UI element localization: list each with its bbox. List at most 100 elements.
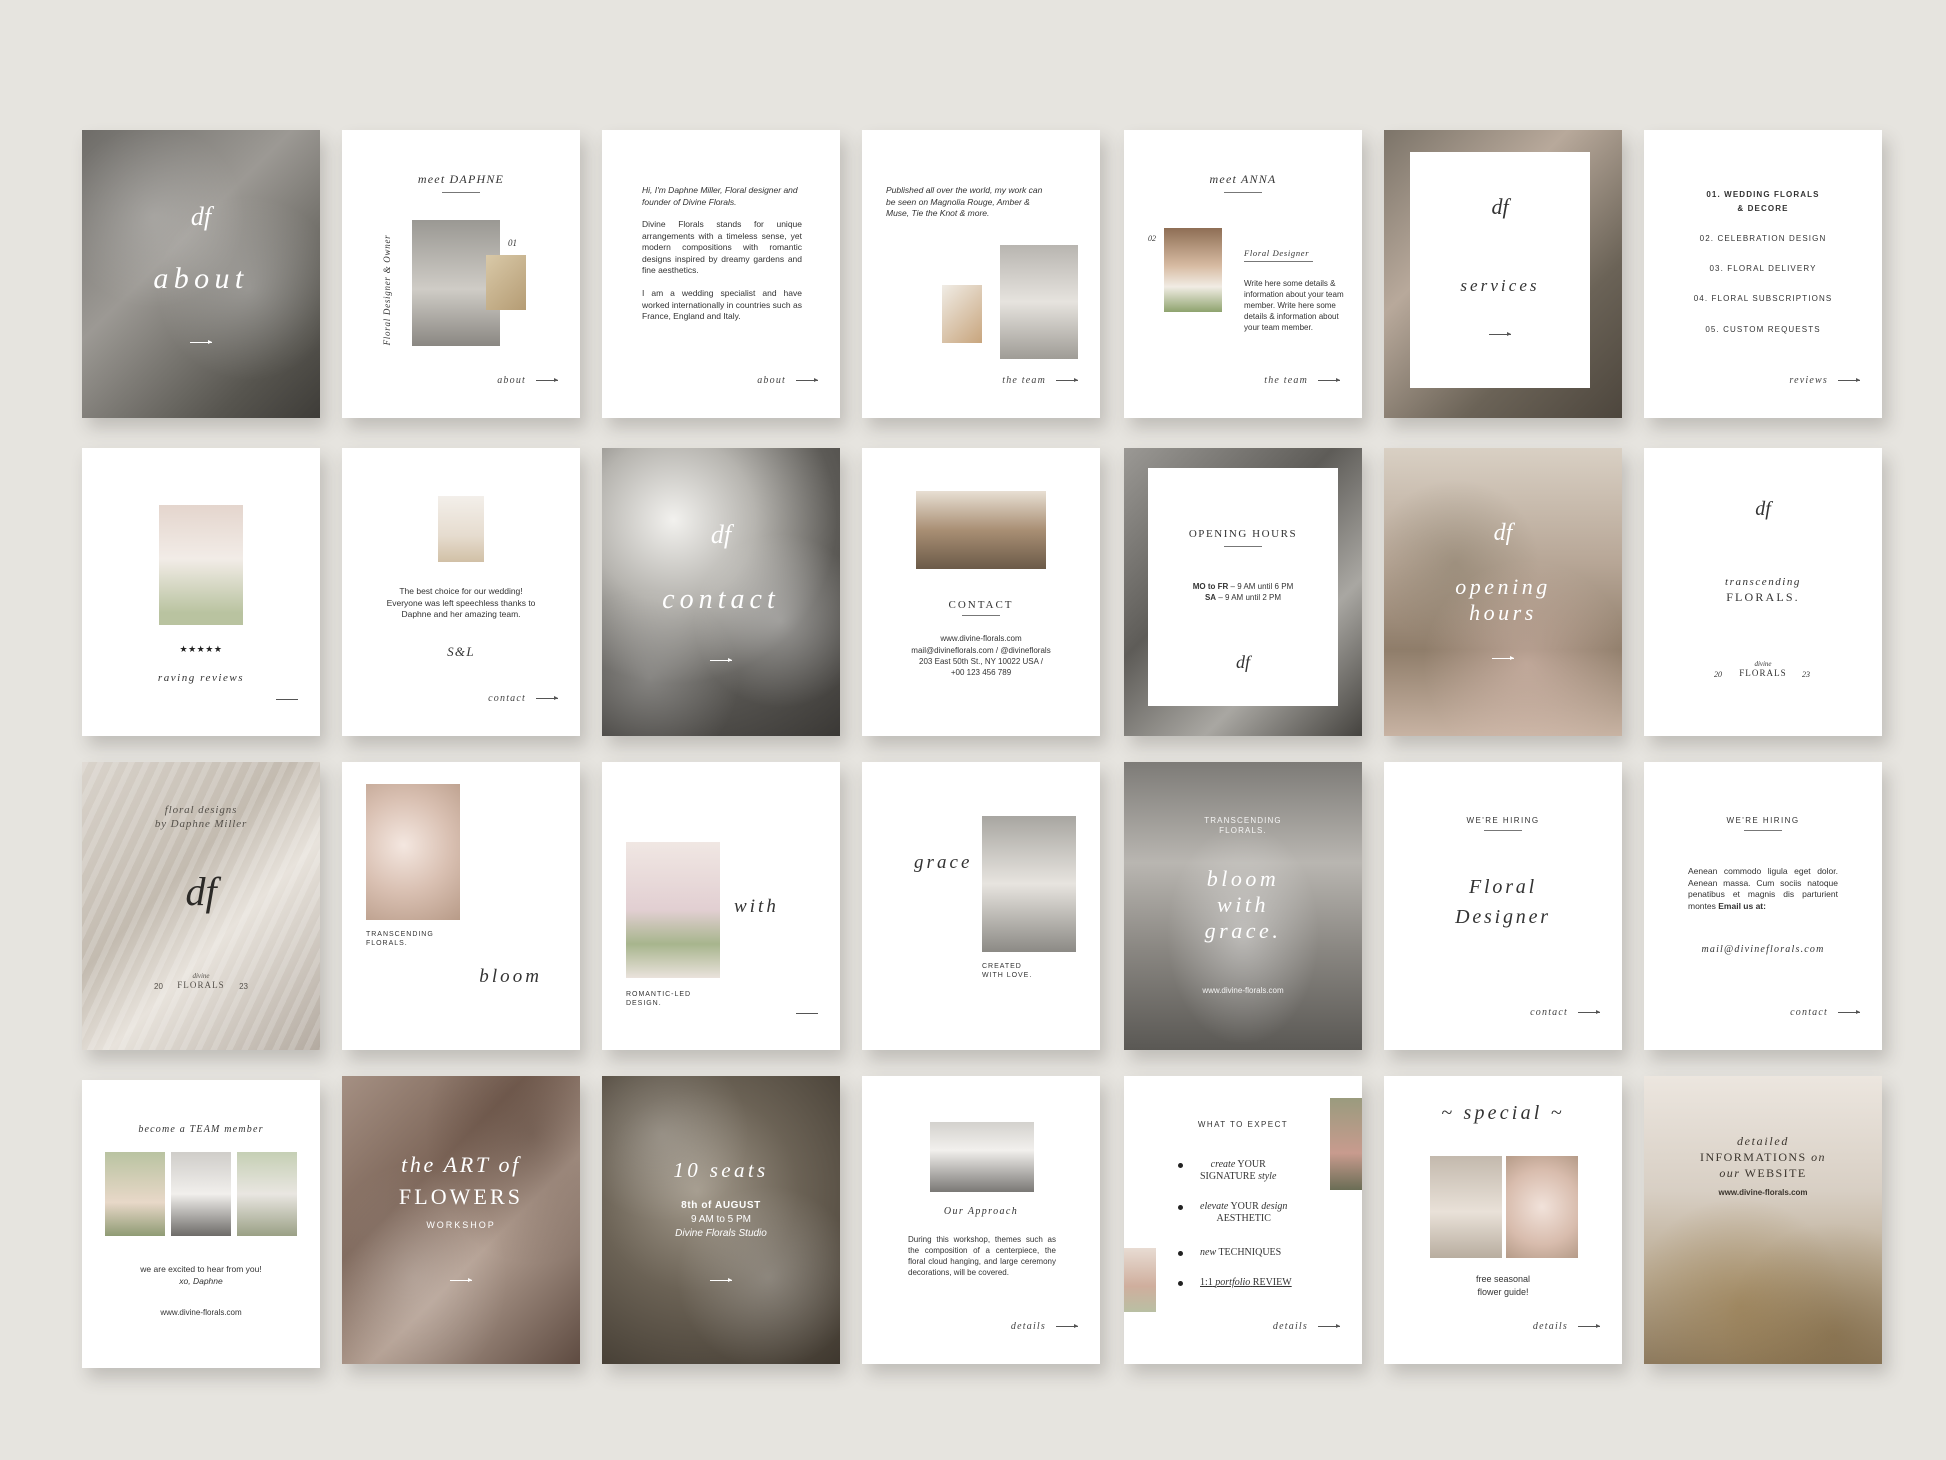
special-photo-1 [1430, 1156, 1502, 1258]
card-title: Our Approach [943, 1206, 1019, 1217]
divider [1744, 830, 1782, 831]
page-number: 01 [508, 238, 517, 248]
phone[interactable]: +00 123 456 789 [862, 668, 1100, 677]
address: 203 East 50th St., NY 10022 USA / [919, 657, 1043, 666]
footer-link[interactable]: contact [488, 693, 558, 704]
script-word: with [734, 896, 779, 917]
service-item-5[interactable]: 05. CUSTOM REQUESTS [1644, 325, 1882, 334]
woman-field-photo [982, 816, 1076, 952]
card-contact-cover[interactable]: df contact [602, 448, 840, 736]
arrow-icon [1838, 378, 1860, 383]
footer-link[interactable]: about [757, 375, 818, 386]
card-testimonial[interactable]: The best choice for our wedding! Everyon… [342, 448, 580, 736]
card-hiring-email[interactable]: WE'RE HIRING Aenean commodo ligula eget … [1644, 762, 1882, 1050]
card-what-to-expect[interactable]: WHAT TO EXPECT create YOUR SIGNATURE styl… [1124, 1076, 1362, 1364]
arrow-icon[interactable] [602, 648, 840, 666]
card-reviews-cover[interactable]: ★★★★★ raving reviews [82, 448, 320, 736]
hours-panel: OPENING HOURS MO to FR – 9 AM until 6 PM… [1148, 468, 1338, 706]
vertical-role-label: Floral Designer & Owner [382, 234, 392, 346]
role-title-line-2: Designer [1455, 906, 1551, 928]
card-with[interactable]: with ROMANTIC-LED DESIGN. [602, 762, 840, 1050]
card-website[interactable]: detailed INFORMATIONS on our WEBSITE www… [1644, 1076, 1882, 1364]
signoff: xo, Daphne [179, 1276, 223, 1286]
card-art-of-flowers[interactable]: the ART of FLOWERS WORKSHOP [342, 1076, 580, 1364]
website-link[interactable]: www.divine-florals.com [1644, 1188, 1882, 1197]
card-grace[interactable]: grace CREATED WITH LOVE. [862, 762, 1100, 1050]
headline-line-2: INFORMATIONS on [1700, 1150, 1826, 1164]
card-workshop-seats[interactable]: 10 seats 8th of AUGUST 9 AM to 5 PM Divi… [602, 1076, 840, 1364]
card-bloom-with-grace[interactable]: TRANSCENDING FLORALS. bloom with grace. w… [1124, 762, 1362, 1050]
website-link[interactable]: www.divine-florals.com [1124, 986, 1362, 995]
arrow-icon[interactable] [796, 1013, 818, 1014]
card-published[interactable]: Published all over the world, my work ca… [862, 130, 1100, 418]
member-details: Write here some details & information ab… [1244, 279, 1344, 332]
card-title: contact [662, 584, 780, 615]
subtitle-line-2: by Daphne Miller [154, 818, 248, 830]
expect-item-4: 1:1 portfolio REVIEW [1178, 1277, 1292, 1288]
anna-portrait-photo [1164, 228, 1222, 312]
card-bio[interactable]: Hi, I'm Daphne Miller, Floral designer a… [602, 130, 840, 418]
approach-text: During this workshop, themes such as the… [908, 1235, 1056, 1277]
footer-link[interactable]: details [1011, 1321, 1078, 1332]
script-word: bloom [479, 966, 542, 987]
service-item-1[interactable]: 01. WEDDING FLORALS & DECORE [1644, 188, 1882, 216]
footer-link[interactable]: details [1533, 1321, 1600, 1332]
title-line-1: the ART of [401, 1152, 521, 1177]
arrow-icon [1318, 378, 1340, 383]
arrow-icon [1578, 1324, 1600, 1329]
service-item-3[interactable]: 03. FLORAL DELIVERY [1644, 264, 1882, 273]
arrow-icon [1838, 1010, 1860, 1015]
card-title: meet ANNA [1209, 172, 1277, 186]
arrow-icon[interactable] [276, 699, 298, 700]
footer-link[interactable]: reviews [1789, 375, 1860, 386]
email-social[interactable]: mail@divineflorals.com / @divineflorals [862, 646, 1100, 655]
card-special[interactable]: ~ special ~ free seasonal flower guide! … [1384, 1076, 1622, 1364]
subtitle-line-1: floral designs [164, 804, 238, 816]
email-link[interactable]: mail@divineflorals.com [1644, 944, 1882, 955]
arrow-icon[interactable] [1410, 326, 1590, 344]
ribbon-photo [942, 285, 982, 343]
website-link[interactable]: www.divine-florals.com [862, 634, 1100, 643]
arrow-icon[interactable] [82, 330, 320, 348]
card-services-list[interactable]: 01. WEDDING FLORALS & DECORE 02. CELEBRAT… [1644, 130, 1882, 418]
arrow-icon[interactable] [342, 1268, 580, 1286]
brand-small-1: divine [1754, 660, 1772, 668]
footer-link[interactable]: the team [1002, 375, 1078, 386]
expect-item-1: create YOUR SIGNATURE style [1178, 1159, 1276, 1183]
card-floral-designs[interactable]: floral designs by Daphne Miller df divin… [82, 762, 320, 1050]
card-services-cover[interactable]: df services [1384, 130, 1622, 418]
card-transcending[interactable]: df transcending FLORALS. 20 divine FLORA… [1644, 448, 1882, 736]
card-meet-daphne[interactable]: meet DAPHNE Floral Designer & Owner 01 a… [342, 130, 580, 418]
footer-link[interactable]: contact [1790, 1007, 1860, 1018]
card-team-member[interactable]: become a TEAM member we are excited to h… [82, 1080, 320, 1368]
service-item-4[interactable]: 04. FLORAL SUBSCRIPTIONS [1644, 294, 1882, 303]
team-photo-1 [105, 1152, 165, 1236]
footer-link[interactable]: about [497, 375, 558, 386]
footer-link[interactable]: contact [1530, 1007, 1600, 1018]
card-title: services [1460, 276, 1540, 295]
arrow-icon [1056, 378, 1078, 383]
card-hours-cover[interactable]: df opening hours [1384, 448, 1622, 736]
arrow-icon [1578, 1010, 1600, 1015]
caption: ROMANTIC-LED DESIGN. [626, 991, 692, 1007]
card-title: OPENING HOURS [1188, 528, 1298, 540]
arrow-icon[interactable] [602, 1268, 840, 1286]
service-item-2[interactable]: 02. CELEBRATION DESIGN [1644, 234, 1882, 243]
card-our-approach[interactable]: Our Approach During this workshop, theme… [862, 1076, 1100, 1364]
title-line-1: bloom [1206, 866, 1280, 891]
card-title: ~ special ~ [1441, 1102, 1565, 1124]
subtitle: WORKSHOP [426, 1220, 496, 1230]
caption: CREATED WITH LOVE. [982, 963, 1033, 979]
card-opening-hours[interactable]: OPENING HOURS MO to FR – 9 AM until 6 PM… [1124, 448, 1362, 736]
tagline-line-1: transcending [1725, 576, 1801, 588]
card-about-cover[interactable]: df about [82, 130, 320, 418]
arrow-icon[interactable] [1384, 646, 1622, 664]
dried-eucalyptus-photo [1644, 1076, 1882, 1364]
footer-link[interactable]: the team [1264, 375, 1340, 386]
footer-link[interactable]: details [1273, 1321, 1340, 1332]
card-bloom[interactable]: TRANSCENDING FLORALS. bloom [342, 762, 580, 1050]
card-hiring-designer[interactable]: WE'RE HIRING Floral Designer contact [1384, 762, 1622, 1050]
card-contact-info[interactable]: CONTACT www.divine-florals.com mail@divi… [862, 448, 1100, 736]
card-meet-anna[interactable]: meet ANNA 02 Floral Designer Write here … [1124, 130, 1362, 418]
website-link[interactable]: www.divine-florals.com [82, 1308, 320, 1317]
